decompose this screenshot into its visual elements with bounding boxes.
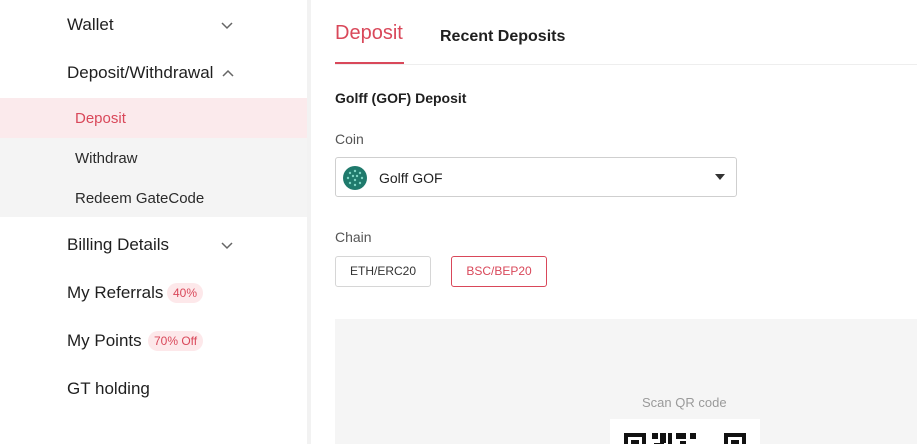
coin-select[interactable]: Golff GOF (335, 157, 737, 197)
tab-recent-deposits[interactable]: Recent Deposits (440, 28, 565, 46)
sidebar-item-my-points[interactable]: My Points 70% Off (0, 317, 307, 365)
submenu-item-deposit[interactable]: Deposit (0, 98, 307, 138)
coin-label: Coin (335, 131, 364, 147)
golff-coin-icon (343, 166, 367, 190)
tab-bar: Deposit Recent Deposits (335, 0, 917, 65)
submenu-item-redeem-gatecode[interactable]: Redeem GateCode (0, 178, 307, 218)
sidebar-item-label: Deposit/Withdrawal (67, 63, 214, 82)
sidebar-item-wallet[interactable]: Wallet (0, 1, 307, 49)
chevron-down-icon (221, 22, 233, 30)
submenu-item-label: Deposit (75, 109, 126, 127)
referral-badge: 40% (167, 283, 204, 303)
qr-code-image (624, 433, 746, 444)
caret-down-icon (715, 174, 725, 180)
sidebar-item-my-referrals[interactable]: My Referrals 40% (0, 269, 307, 317)
sidebar-item-deposit-withdrawal[interactable]: Deposit/Withdrawal (0, 49, 307, 97)
sidebar-item-label: My Points (67, 331, 142, 350)
qr-code (610, 419, 760, 444)
coin-select-value: Golff GOF (379, 170, 443, 186)
sidebar-item-label: Billing Details (67, 235, 170, 254)
submenu-item-withdraw[interactable]: Withdraw (0, 138, 307, 178)
sidebar: Wallet Deposit/Withdrawal Deposit Withdr… (0, 0, 307, 444)
deposit-title: Golff (GOF) Deposit (335, 90, 467, 106)
chain-eth-erc20-button[interactable]: ETH/ERC20 (335, 256, 431, 287)
chain-bsc-bep20-button[interactable]: BSC/BEP20 (451, 256, 547, 287)
chain-label: Chain (335, 229, 372, 245)
submenu-deposit-withdrawal: Deposit Withdraw Redeem GateCode (0, 98, 307, 217)
sidebar-item-label: My Referrals (67, 283, 164, 302)
chevron-down-icon (221, 242, 233, 250)
active-tab-indicator (335, 62, 404, 64)
chevron-up-icon (222, 69, 234, 77)
tab-deposit[interactable]: Deposit (335, 22, 403, 45)
sidebar-item-label: GT holding (67, 379, 150, 398)
sidebar-item-label: Wallet (67, 15, 114, 34)
submenu-item-label: Withdraw (75, 149, 138, 167)
submenu-item-label: Redeem GateCode (75, 189, 205, 207)
main-content: Deposit Recent Deposits Golff (GOF) Depo… (311, 0, 917, 444)
qr-caption: Scan QR code (642, 395, 727, 410)
qr-panel: Scan QR code (335, 319, 917, 444)
sidebar-item-billing-details[interactable]: Billing Details (0, 221, 307, 269)
points-badge: 70% Off (148, 331, 204, 351)
sidebar-item-gt-holding[interactable]: GT holding (0, 365, 307, 413)
